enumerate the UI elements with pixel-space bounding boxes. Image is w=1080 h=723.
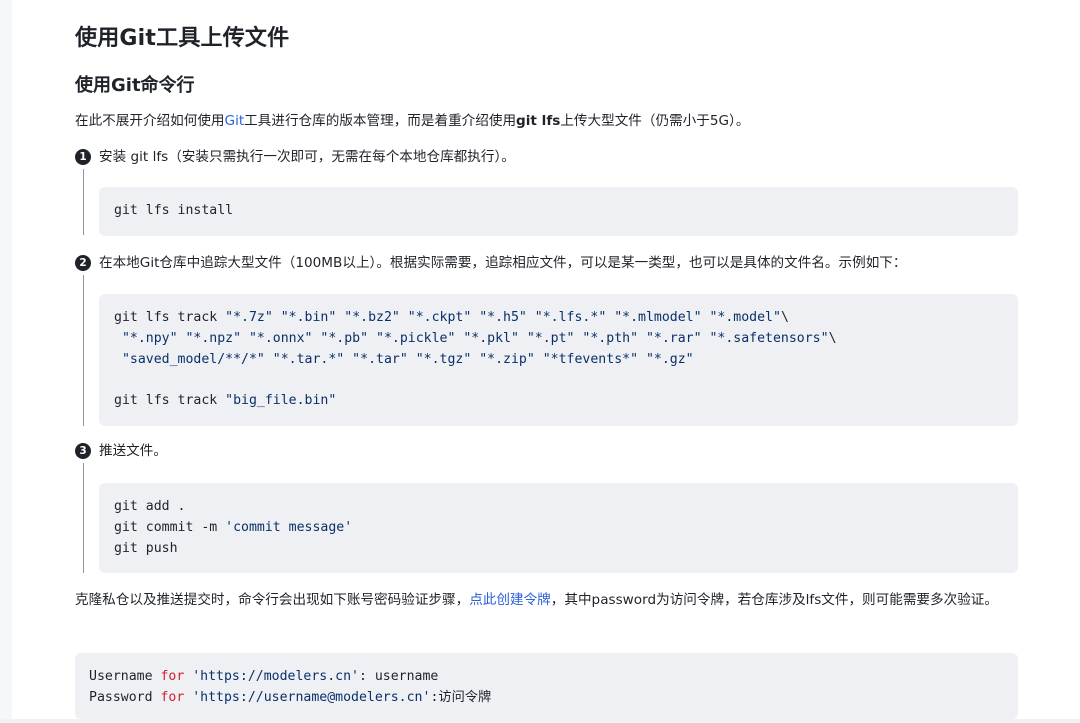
step-number-badge: 1 bbox=[75, 149, 91, 165]
code-string: 'commit message' bbox=[225, 519, 353, 535]
code-text: :访问令牌 bbox=[430, 689, 492, 705]
code-string: "saved_model/**/*" "*.tar.*" "*.tar" "*.… bbox=[114, 351, 694, 367]
auth-note-suffix: ，其中password为访问令牌，若仓库涉及lfs文件，则可能需要多次验证。 bbox=[550, 592, 998, 608]
page-title: 使用Git工具上传文件 bbox=[75, 26, 290, 51]
intro-middle: 工具进行仓库的版本管理，而是着重介绍使用 bbox=[244, 113, 517, 129]
code-lines: git lfs track "*.7z" "*.bin" "*.bz2" "*.… bbox=[114, 308, 837, 412]
step-label: 在本地Git仓库中追踪大型文件（100MB以上）。根据实际需要，追踪相应文件，可… bbox=[99, 255, 907, 271]
code-block-install[interactable]: git lfs install bbox=[99, 187, 1018, 236]
git-link[interactable]: Git bbox=[225, 113, 245, 129]
code-line: git push bbox=[114, 540, 178, 556]
code-string: 'https://modelers.cn' bbox=[184, 669, 359, 684]
intro-suffix: 上传大型文件（仍需小于5G）。 bbox=[560, 113, 750, 129]
code-line: "saved_model/**/*" "*.tar.*" "*.tar" "*.… bbox=[114, 350, 837, 371]
code-line: git lfs install bbox=[114, 203, 234, 218]
code-line: git commit -m 'commit message' bbox=[114, 518, 352, 539]
code-string: "*.7z" "*.bin" "*.bz2" "*.ckpt" "*.h5" "… bbox=[225, 310, 781, 325]
code-string: "big_file.bin" bbox=[225, 393, 337, 409]
code-keyword: for bbox=[160, 669, 185, 684]
code-cmd: git commit -m bbox=[114, 519, 226, 535]
code-block-auth[interactable]: Username for 'https://modelers.cn': user… bbox=[75, 653, 1018, 719]
auth-note-prefix: 克隆私仓以及推送提交时，命令行会出现如下账号密码验证步骤， bbox=[75, 592, 470, 608]
code-block-push[interactable]: git add . git commit -m 'commit message'… bbox=[99, 483, 1018, 573]
left-sidebar-edge bbox=[0, 0, 12, 723]
code-cmd: git lfs track bbox=[114, 393, 226, 409]
create-token-link[interactable]: 点此创建令牌 bbox=[469, 592, 551, 608]
bottom-edge bbox=[0, 719, 1080, 723]
step-label: 安装 git lfs（安装只需执行一次即可，无需在每个本地仓库都执行）。 bbox=[99, 149, 515, 165]
auth-note-paragraph: 克隆私仓以及推送提交时，命令行会出现如下账号密码验证步骤，点此创建令牌，其中pa… bbox=[75, 589, 1018, 611]
intro-bold: git lfs bbox=[516, 113, 561, 129]
step-label: 推送文件。 bbox=[99, 443, 167, 459]
step-connector-line bbox=[83, 169, 84, 235]
code-line: "*.npy" "*.npz" "*.onnx" "*.pb" "*.pickl… bbox=[114, 329, 837, 350]
step-connector-line bbox=[83, 463, 84, 573]
intro-prefix: 在此不展开介绍如何使用 bbox=[75, 113, 225, 129]
code-block-track[interactable]: git lfs track "*.7z" "*.bin" "*.bz2" "*.… bbox=[99, 294, 1018, 426]
code-keyword: for bbox=[160, 689, 185, 705]
code-lines: Username for 'https://modelers.cn': user… bbox=[89, 667, 491, 709]
step-connector-line bbox=[83, 275, 84, 426]
section-heading: 使用Git命令行 bbox=[75, 75, 195, 96]
step-number-badge: 3 bbox=[75, 443, 91, 459]
code-text: Username bbox=[89, 669, 161, 684]
code-text: : username bbox=[358, 669, 439, 684]
code-text: Password bbox=[89, 689, 161, 705]
intro-paragraph: 在此不展开介绍如何使用Git工具进行仓库的版本管理，而是着重介绍使用git lf… bbox=[75, 111, 749, 131]
code-line: Username for 'https://modelers.cn': user… bbox=[89, 667, 491, 688]
code-continuation: \ bbox=[780, 310, 789, 325]
code-cmd: git lfs track bbox=[114, 310, 226, 325]
code-line: git lfs track "*.7z" "*.bin" "*.bz2" "*.… bbox=[114, 308, 837, 329]
code-lines: git add . git commit -m 'commit message'… bbox=[114, 497, 352, 559]
code-line: git add . bbox=[114, 499, 186, 514]
code-line: Password for 'https://username@modelers.… bbox=[89, 688, 491, 709]
code-string: 'https://username@modelers.cn' bbox=[184, 689, 431, 705]
code-line: git lfs track "big_file.bin" bbox=[114, 391, 837, 412]
step-number-badge: 2 bbox=[75, 255, 91, 271]
code-string: "*.npy" "*.npz" "*.onnx" "*.pb" "*.pickl… bbox=[114, 330, 829, 346]
code-continuation: \ bbox=[828, 330, 837, 346]
